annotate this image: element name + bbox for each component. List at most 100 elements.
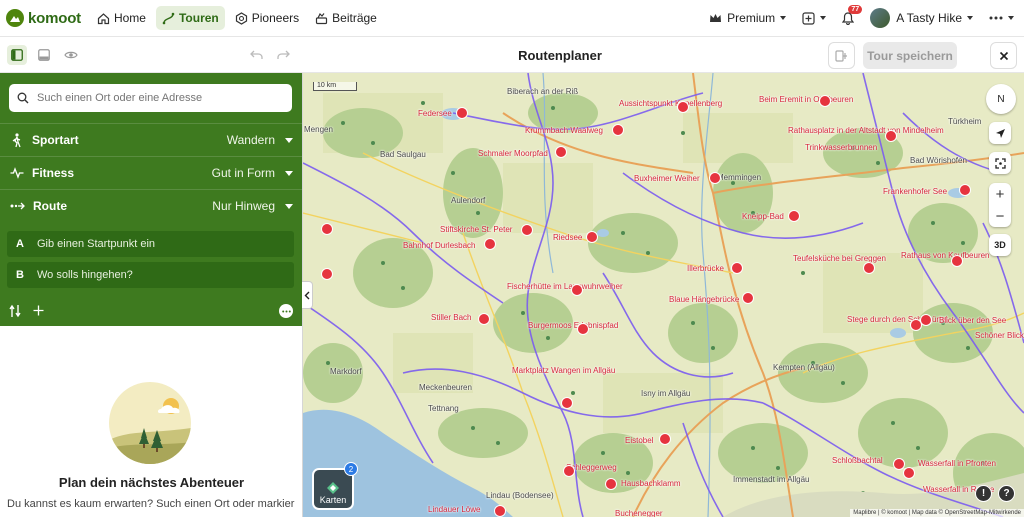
- poi-label: Bahnhof Durlesbach: [403, 241, 476, 250]
- poi-label: Beim Eremit in Ottobeuren: [759, 95, 854, 104]
- swap-icon[interactable]: [9, 304, 21, 318]
- poi-marker[interactable]: [920, 314, 932, 326]
- poi-label: Buxheimer Weiher: [634, 174, 700, 183]
- chevron-left-icon: [304, 291, 310, 299]
- waypoint-start-input[interactable]: Gib einen Startpunkt ein: [37, 238, 155, 250]
- 3d-button[interactable]: 3D: [989, 234, 1011, 256]
- poi-marker[interactable]: [605, 478, 617, 490]
- poi-label: Hausbachklamm: [621, 479, 681, 488]
- waypoint-start[interactable]: A Gib einen Startpunkt ein: [7, 231, 294, 257]
- nav-beitraege[interactable]: Beiträge: [309, 6, 383, 30]
- poi-marker[interactable]: [494, 505, 506, 517]
- poi-marker[interactable]: [951, 255, 963, 267]
- compass-button[interactable]: N: [986, 84, 1016, 114]
- add-waypoint-icon[interactable]: [33, 305, 44, 316]
- chevron-down-icon: [1008, 16, 1014, 20]
- chevron-down-icon: [967, 16, 973, 20]
- poi-marker[interactable]: [586, 231, 598, 243]
- nav-touren-label: Touren: [178, 11, 219, 25]
- nav-pioneers[interactable]: Pioneers: [229, 6, 305, 30]
- poi-marker[interactable]: [903, 467, 915, 479]
- user-menu[interactable]: A Tasty Hike: [870, 8, 973, 28]
- poi-marker[interactable]: [321, 223, 333, 235]
- more-options-button[interactable]: [279, 304, 293, 318]
- poi-label: Wasserfall in Pfronten: [918, 459, 996, 468]
- premium-menu[interactable]: Premium: [709, 11, 787, 25]
- map-layers-button[interactable]: Karten 2: [312, 462, 358, 510]
- poi-label: Blick über den See: [939, 316, 1007, 325]
- report-button[interactable]: !: [975, 485, 992, 502]
- adventure-illustration: [109, 382, 191, 464]
- search-input[interactable]: [37, 92, 277, 104]
- fullscreen-button[interactable]: [989, 152, 1011, 174]
- search-box[interactable]: [9, 84, 292, 112]
- sport-select[interactable]: Sportart Wandern: [0, 123, 302, 156]
- zoom-in-button[interactable]: +: [989, 183, 1011, 205]
- poi-marker[interactable]: [659, 433, 671, 445]
- poi-marker[interactable]: [456, 107, 468, 119]
- poi-marker[interactable]: [959, 184, 971, 196]
- poi-label: Illerbrücke: [687, 264, 724, 273]
- poi-marker[interactable]: [677, 101, 689, 113]
- empty-state-text: Du kannst es kaum erwarten? Such einen O…: [7, 498, 295, 510]
- poi-label: Trinkwasserbrunnen: [805, 143, 878, 152]
- poi-marker[interactable]: [885, 130, 897, 142]
- close-button[interactable]: [990, 42, 1017, 69]
- nav-home[interactable]: Home: [91, 6, 152, 30]
- poi-marker[interactable]: [563, 465, 575, 477]
- chevron-down-icon: [285, 137, 293, 143]
- poi-label: Riedsee: [553, 233, 583, 242]
- poi-label: Rathausplatz in der Altstadt von Mindelh…: [788, 126, 944, 135]
- poi-label: Stiftskirche St. Peter: [440, 225, 513, 234]
- save-tour-button[interactable]: Tour speichern: [863, 42, 957, 69]
- compass-label: N: [997, 93, 1005, 105]
- collapse-panel-button[interactable]: [302, 281, 313, 309]
- help-button[interactable]: ?: [998, 485, 1015, 502]
- komoot-logo[interactable]: komoot: [6, 9, 81, 27]
- route-settings-button[interactable]: [828, 42, 855, 69]
- close-icon: [999, 51, 1008, 60]
- plus-square-icon: [802, 11, 815, 25]
- crown-icon: [710, 13, 722, 22]
- zoom-out-button[interactable]: −: [989, 205, 1011, 227]
- poi-marker[interactable]: [709, 172, 721, 184]
- poi-marker[interactable]: [893, 458, 905, 470]
- place-label: Bad Saulgau: [380, 150, 426, 159]
- poi-marker[interactable]: [555, 146, 567, 158]
- place-label: Bad Wörishofen: [910, 156, 967, 165]
- map-terrain: [303, 73, 1024, 517]
- map-canvas[interactable]: Mengen Bad Saulgau Biberach an der Riß A…: [303, 73, 1024, 517]
- create-menu[interactable]: [802, 11, 827, 25]
- poi-marker[interactable]: [577, 323, 589, 335]
- waypoint-end-input[interactable]: Wo solls hingehen?: [37, 269, 133, 281]
- waypoint-end[interactable]: B Wo solls hingehen?: [7, 262, 294, 288]
- poi-marker[interactable]: [863, 262, 875, 274]
- poi-marker[interactable]: [561, 397, 573, 409]
- chevron-down-icon: [780, 16, 787, 20]
- nav-touren[interactable]: Touren: [155, 6, 225, 30]
- route-type-select[interactable]: Route Nur Hinweg: [0, 189, 302, 222]
- notifications-button[interactable]: 77: [842, 4, 863, 25]
- poi-marker[interactable]: [484, 238, 496, 250]
- fitness-value: Gut in Form: [211, 166, 275, 180]
- fitness-label: Fitness: [32, 166, 75, 180]
- fitness-select[interactable]: Fitness Gut in Form: [0, 156, 302, 189]
- poi-marker[interactable]: [321, 268, 333, 280]
- poi-label: Stiller Bach: [431, 313, 472, 322]
- poi-label: Buchenegger: [615, 509, 663, 517]
- nav-pioneers-label: Pioneers: [251, 11, 300, 25]
- locate-button[interactable]: [989, 122, 1011, 144]
- search-icon: [17, 92, 29, 104]
- poi-marker[interactable]: [478, 313, 490, 325]
- poi-marker[interactable]: [571, 284, 583, 296]
- poi-label: Aussichtspunkt Kapellenberg: [619, 99, 723, 108]
- poi-label: Krummbach Waalweg: [525, 126, 603, 135]
- poi-marker[interactable]: [731, 262, 743, 274]
- waypoint-actions: [0, 299, 302, 325]
- poi-marker[interactable]: [788, 210, 800, 222]
- poi-marker[interactable]: [612, 124, 624, 136]
- poi-marker[interactable]: [521, 224, 533, 236]
- poi-marker[interactable]: [742, 292, 754, 304]
- more-menu[interactable]: [989, 16, 1014, 20]
- poi-marker[interactable]: [819, 95, 831, 107]
